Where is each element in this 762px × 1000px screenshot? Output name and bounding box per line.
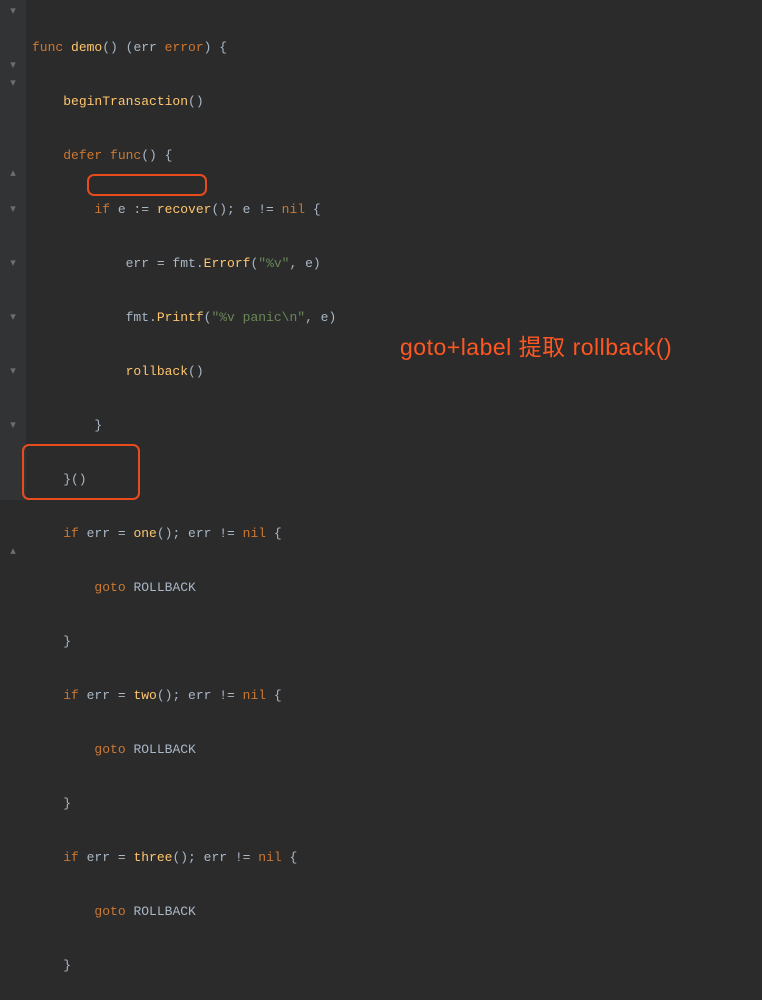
- code-line: if err = one(); err != nil {: [32, 525, 336, 543]
- code-line: if e := recover(); e != nil {: [32, 201, 336, 219]
- fold-mark: [0, 435, 26, 453]
- fold-mark: [0, 237, 26, 255]
- fold-mark[interactable]: ▾: [0, 417, 26, 435]
- fold-mark: [0, 291, 26, 309]
- code-line: }: [32, 957, 336, 975]
- code-line: fmt.Printf("%v panic\n", e): [32, 309, 336, 327]
- code-line: err = fmt.Errorf("%v", e): [32, 255, 336, 273]
- code-line: if err = three(); err != nil {: [32, 849, 336, 867]
- annotation-text: goto+label 提取 rollback(): [400, 338, 672, 356]
- fold-mark[interactable]: ▾: [0, 75, 26, 93]
- fold-mark[interactable]: ▾: [0, 255, 26, 273]
- fold-mark: [0, 489, 26, 507]
- code-line: }: [32, 795, 336, 813]
- fold-mark: [0, 273, 26, 291]
- fold-mark[interactable]: ▾: [0, 3, 26, 21]
- fold-mark: [0, 147, 26, 165]
- code-line: }: [32, 417, 336, 435]
- fold-mark: [0, 21, 26, 39]
- code-line: func demo() (err error) {: [32, 39, 336, 57]
- code-line: }: [32, 633, 336, 651]
- fold-mark[interactable]: ▾: [0, 363, 26, 381]
- fold-mark: [0, 327, 26, 345]
- code-line: goto ROLLBACK: [32, 903, 336, 921]
- fold-mark[interactable]: ▾: [0, 57, 26, 75]
- code-line: defer func() {: [32, 147, 336, 165]
- fold-mark: [0, 219, 26, 237]
- fold-mark: [0, 111, 26, 129]
- gutter: ▾ ▾ ▾ ▴ ▾ ▾ ▾ ▾ ▾ ▴: [0, 0, 26, 500]
- code-line: rollback(): [32, 363, 336, 381]
- code-line: if err = two(); err != nil {: [32, 687, 336, 705]
- fold-mark: [0, 93, 26, 111]
- fold-mark: [0, 129, 26, 147]
- code-line: goto ROLLBACK: [32, 741, 336, 759]
- fold-mark: [0, 453, 26, 471]
- fold-mark: [0, 381, 26, 399]
- code-editor[interactable]: ▾ ▾ ▾ ▴ ▾ ▾ ▾ ▾ ▾ ▴ func demo() (err err…: [0, 0, 762, 500]
- fold-mark: [0, 471, 26, 489]
- code-area[interactable]: func demo() (err error) { beginTransacti…: [26, 0, 336, 500]
- code-line: }(): [32, 471, 336, 489]
- code-line: goto ROLLBACK: [32, 579, 336, 597]
- fold-mark: [0, 525, 26, 543]
- fold-mark: [0, 399, 26, 417]
- fold-mark[interactable]: ▴: [0, 543, 26, 561]
- fold-mark: [0, 183, 26, 201]
- fold-mark: [0, 39, 26, 57]
- fold-mark[interactable]: ▾: [0, 309, 26, 327]
- code-line: beginTransaction(): [32, 93, 336, 111]
- fold-mark[interactable]: ▾: [0, 201, 26, 219]
- fold-mark[interactable]: ▴: [0, 165, 26, 183]
- fold-mark: [0, 345, 26, 363]
- fold-mark: [0, 507, 26, 525]
